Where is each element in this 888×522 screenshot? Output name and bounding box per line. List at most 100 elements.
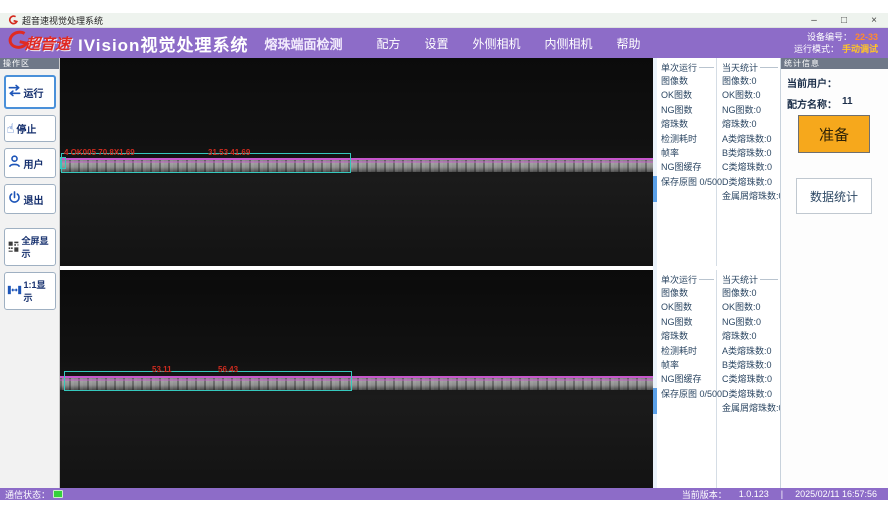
stop-button-label: 停止	[16, 121, 36, 136]
stat-row-save: 保存原图 0/500	[661, 387, 716, 401]
group-title: 单次运行	[661, 273, 697, 286]
today-stats-group: 当天统计 图像数:0 OK图数:0 NG图数:0 熔珠数:0 A类熔珠数:0 B…	[718, 58, 780, 266]
stat-row: 检测耗时	[661, 344, 716, 358]
today-stats-group: 当天统计 图像数:0 OK图数:0 NG图数:0 熔珠数:0 A类熔珠数:0 B…	[718, 270, 780, 488]
comm-status-label: 通信状态：	[5, 488, 50, 501]
recipe-name-value: 11	[842, 96, 853, 111]
group-rule	[760, 279, 778, 280]
data-statistics-button[interactable]: 数据统计	[796, 178, 872, 214]
run-mode-value: 手动调试	[842, 43, 878, 55]
datetime-value: 2025/02/11 16:57:56	[795, 489, 877, 499]
stat-row: 检测耗时	[661, 132, 716, 146]
stat-row: 金属屑熔珠数:0	[722, 401, 780, 415]
menu-item-inner-camera[interactable]: 内侧相机	[545, 35, 593, 52]
statistics-area: 单次运行 图像数 OK图数 NG图数 熔珠数 检测耗时 帧率 NG图缓存 保存原…	[657, 58, 780, 488]
app-title: IVision视觉处理系统	[78, 31, 248, 56]
measurement-annotation: 31.53 41.69	[208, 148, 250, 157]
status-bar: 通信状态： 当前版本： 1.0.123 | 2025/02/11 16:57:5…	[0, 488, 888, 500]
menu-item-help[interactable]: 帮助	[617, 35, 641, 52]
one-to-one-button-label: 1:1显示	[24, 278, 53, 304]
close-button[interactable]: ×	[868, 15, 880, 26]
single-run-group: 单次运行 图像数 OK图数 NG图数 熔珠数 检测耗时 帧率 NG图缓存 保存原…	[657, 270, 717, 488]
group-rule	[699, 67, 714, 68]
group-title: 当天统计	[722, 273, 758, 286]
menu-item-outer-camera[interactable]: 外侧相机	[473, 35, 521, 52]
outer-camera-view: 4 OK005 70.8X1.69 31.53 41.69	[60, 58, 653, 266]
stat-row-save: 保存原图 0/500	[661, 175, 716, 189]
stat-row: NG图缓存	[661, 160, 716, 174]
stat-row: NG图数	[661, 315, 716, 329]
app-logo-icon	[8, 15, 18, 25]
stat-row: A类熔珠数:0	[722, 132, 780, 146]
menu-item-settings[interactable]: 设置	[424, 35, 448, 52]
app-subtitle: 熔珠端面检测	[264, 34, 342, 53]
stat-row: 帧率	[661, 358, 716, 372]
stat-row: 金属屑熔珠数:0	[722, 189, 780, 203]
fullscreen-button-label: 全屏显示	[22, 234, 53, 260]
stop-hand-icon: ☝	[7, 123, 15, 135]
recipe-name-label: 配方名称：	[787, 96, 837, 111]
single-run-group: 单次运行 图像数 OK图数 NG图数 熔珠数 检测耗时 帧率 NG图缓存 保存原…	[657, 58, 717, 266]
status-bar-right: 当前版本： 1.0.123 | 2025/02/11 16:57:56	[682, 488, 877, 501]
stat-row: A类熔珠数:0	[722, 344, 780, 358]
sidebar-header: 操作区	[0, 58, 59, 69]
one-to-one-icon	[7, 283, 22, 299]
exit-button[interactable]: 退出	[4, 184, 56, 214]
brand-logo: 超音速	[6, 30, 70, 57]
fullscreen-grid-icon	[7, 240, 20, 255]
stat-row: B类熔珠数:0	[722, 358, 780, 372]
stat-row: OK图数:0	[722, 88, 780, 102]
ready-button[interactable]: 准备	[798, 115, 870, 153]
menu-item-recipe[interactable]: 配方	[376, 35, 400, 52]
current-user-label: 当前用户：	[787, 75, 837, 90]
group-title: 单次运行	[661, 61, 697, 74]
exit-button-label: 退出	[24, 192, 44, 207]
one-to-one-button[interactable]: 1:1显示	[4, 272, 56, 310]
measurement-annotation: 53.11	[152, 365, 172, 374]
run-button[interactable]: 运行	[4, 75, 56, 109]
stat-row: 图像数	[661, 286, 716, 300]
group-rule	[760, 67, 778, 68]
user-button[interactable]: 用户	[4, 148, 56, 178]
stat-row: D类熔珠数:0	[722, 175, 780, 189]
device-info: 设备编号： 22-33 运行模式： 手动调试	[794, 31, 878, 55]
stat-row: D类熔珠数:0	[722, 387, 780, 401]
status-separator: |	[781, 489, 783, 499]
app-header: 超音速 IVision视觉处理系统 熔珠端面检测 配方 设置 外侧相机 内侧相机…	[0, 28, 888, 58]
fullscreen-button[interactable]: 全屏显示	[4, 228, 56, 266]
operation-sidebar: 操作区 运行 ☝ 停止 用户 退出 全屏显示 1:1显示	[0, 58, 60, 488]
comm-status: 通信状态：	[5, 488, 63, 501]
stat-row: NG图数:0	[722, 315, 780, 329]
info-panel: 统计信息 当前用户： 配方名称： 11 准备 数据统计	[780, 58, 888, 488]
stop-button[interactable]: ☝ 停止	[4, 115, 56, 142]
user-button-label: 用户	[24, 156, 44, 171]
stat-row: 图像数	[661, 74, 716, 88]
inner-camera-view: 53.11 56.43	[60, 270, 653, 488]
window-title: 超音速视觉处理系统	[22, 14, 103, 27]
stat-row: NG图数:0	[722, 103, 780, 117]
info-panel-header: 统计信息	[781, 58, 888, 69]
run-loop-icon	[7, 83, 22, 101]
stat-row: OK图数:0	[722, 300, 780, 314]
stat-row: 图像数:0	[722, 286, 780, 300]
stat-row: 帧率	[661, 146, 716, 160]
os-titlebar: 超音速视觉处理系统 – □ ×	[0, 13, 888, 28]
device-number-label: 设备编号：	[807, 31, 852, 43]
version-value: 1.0.123	[739, 489, 769, 499]
sidebar-spacer	[0, 214, 59, 222]
stat-row: C类熔珠数:0	[722, 160, 780, 174]
recipe-name-row: 配方名称： 11	[787, 96, 888, 111]
stat-row: 图像数:0	[722, 74, 780, 88]
stat-row: 熔珠数:0	[722, 117, 780, 131]
stat-row: 熔珠数	[661, 329, 716, 343]
brand-name: 超音速	[25, 33, 70, 54]
minimize-button[interactable]: –	[808, 15, 820, 26]
roi-marker	[60, 157, 66, 169]
measurement-annotation: 56.43	[218, 365, 238, 374]
comm-status-led	[53, 490, 63, 498]
stat-row: C类熔珠数:0	[722, 372, 780, 386]
stat-row: NG图缓存	[661, 372, 716, 386]
stat-row: NG图数	[661, 103, 716, 117]
run-mode-label: 运行模式：	[794, 43, 839, 55]
maximize-button[interactable]: □	[838, 15, 850, 26]
